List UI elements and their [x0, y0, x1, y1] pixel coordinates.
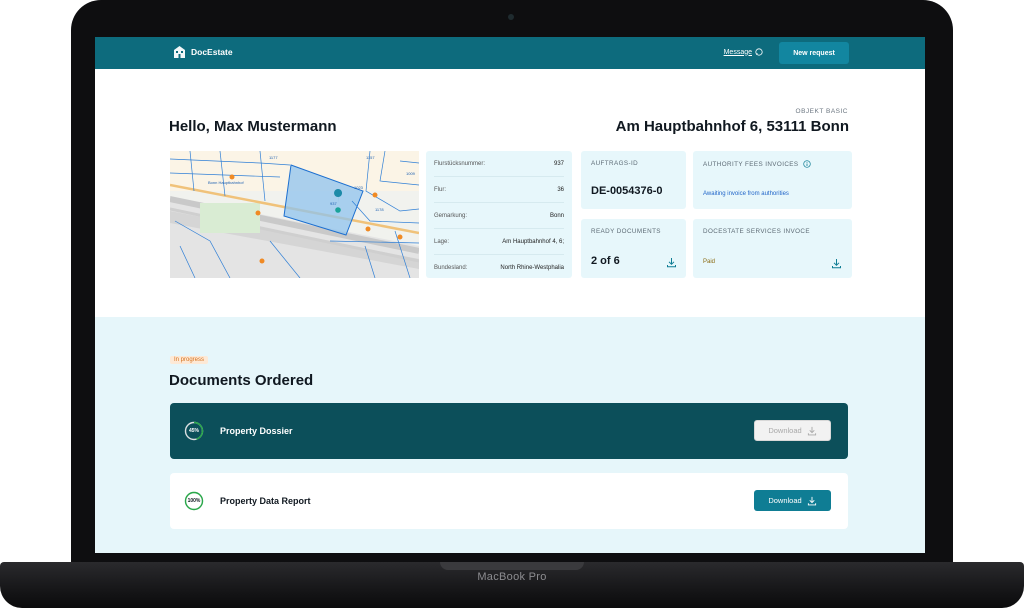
parcel-details-card: Flurstücksnummer: 937 Flur: 36 Gemarkung: B… [426, 151, 572, 278]
parcel-value: North Rhine-Westphalia [500, 264, 564, 271]
brand-name: DocEstate [191, 47, 233, 57]
parcel-label: Flurstücksnummer: [434, 160, 486, 167]
document-row-property-data-report[interactable]: 100% Property Data Report Download [170, 473, 848, 529]
top-bar: DocEstate Message New request [95, 37, 925, 69]
download-label: Download [768, 426, 802, 435]
map-label: 1023 [354, 185, 364, 190]
authority-fees-label: AUTHORITY FEES INVOICES [703, 160, 799, 168]
property-map[interactable]: 1177 1157 1009 1023 1178 937 Bonn Hauptb… [170, 151, 419, 278]
download-label: Download [768, 496, 802, 505]
services-invoice-label: DOCESTATE SERVICES INVOCE [703, 228, 810, 235]
parcel-row: Flurstücksnummer: 937 [434, 151, 564, 177]
map-label: Bonn Hauptbahnhof [208, 180, 244, 185]
document-name: Property Dossier [220, 426, 293, 436]
laptop-notch [440, 562, 584, 570]
map-label: 1009 [406, 171, 416, 176]
download-icon [807, 496, 816, 505]
download-button-disabled[interactable]: Download [754, 420, 831, 441]
map-label: 1157 [366, 155, 375, 160]
message-label: Message [723, 48, 752, 56]
services-invoice-status: Paid [703, 259, 716, 265]
object-type-label: OBJEKT BASIC [795, 108, 848, 115]
documents-title: Documents Ordered [169, 372, 314, 389]
map-label: 1178 [375, 207, 384, 212]
document-row-property-dossier[interactable]: 45% Property Dossier Download [170, 403, 848, 459]
order-id-label: AUFTRAGS-ID [591, 160, 639, 167]
parcel-row: Lage: Am Hauptbahnhof 4, 6; [434, 229, 564, 255]
device-label: MacBook Pro [477, 571, 547, 583]
services-invoice-card: DOCESTATE SERVICES INVOCE Paid [693, 219, 852, 278]
parcel-value: Bonn [549, 212, 564, 219]
authority-fees-header: AUTHORITY FEES INVOICES [703, 160, 811, 168]
chat-bubble-icon [755, 48, 763, 56]
parcel-value: 937 [553, 160, 564, 167]
authority-fees-card: AUTHORITY FEES INVOICES Awaiting invoice… [693, 151, 852, 209]
camera-dot [508, 14, 514, 20]
parcel-row: Gemarkung: Bonn [434, 203, 564, 229]
parcel-value: 36 [557, 186, 564, 193]
parcel-row: Bundesland: North Rhine-Westphalia [434, 255, 564, 280]
ready-documents-label: READY DOCUMENTS [591, 228, 661, 235]
building-icon [174, 46, 185, 58]
property-address: Am Hauptbahnhof 6, 53111 Bonn [615, 118, 849, 135]
download-icon[interactable] [831, 258, 842, 269]
ready-documents-value: 2 of 6 [591, 255, 620, 267]
parcel-label: Lage: [434, 238, 450, 245]
parcel-row: Flur: 36 [434, 177, 564, 203]
progress-label: 45% [188, 428, 199, 434]
status-badge: In progress [170, 356, 209, 364]
order-id-card: AUFTRAGS-ID DE-0054376-0 [581, 151, 686, 209]
parcel-value: Am Hauptbahnhof 4, 6; [502, 238, 564, 245]
parcel-label: Flur: [434, 186, 446, 193]
brand-logo[interactable]: DocEstate [173, 45, 233, 59]
map-label: 1177 [269, 155, 278, 160]
greeting-heading: Hello, Max Mustermann [169, 118, 337, 135]
parcel-label: Gemarkung: [434, 212, 468, 219]
download-button[interactable]: Download [754, 490, 831, 511]
parcel-label: Bundesland: [434, 264, 468, 271]
order-id-value: DE-0054376-0 [591, 185, 663, 197]
download-icon [807, 426, 816, 435]
new-request-button[interactable]: New request [779, 42, 849, 64]
map-label: 937 [330, 201, 337, 206]
info-icon[interactable] [802, 160, 811, 168]
progress-label: 100% [187, 498, 201, 504]
authority-fees-status: Awaiting invoice from authorities [703, 191, 789, 197]
app-screen: DocEstate Message New request Hello, Max… [95, 37, 925, 553]
cadastral-map-graphic: 1177 1157 1009 1023 1178 937 Bonn Hauptb… [170, 151, 419, 278]
document-name: Property Data Report [220, 496, 311, 506]
download-icon[interactable] [666, 257, 677, 268]
message-link[interactable]: Message [724, 48, 763, 56]
ready-documents-card: READY DOCUMENTS 2 of 6 [581, 219, 686, 278]
